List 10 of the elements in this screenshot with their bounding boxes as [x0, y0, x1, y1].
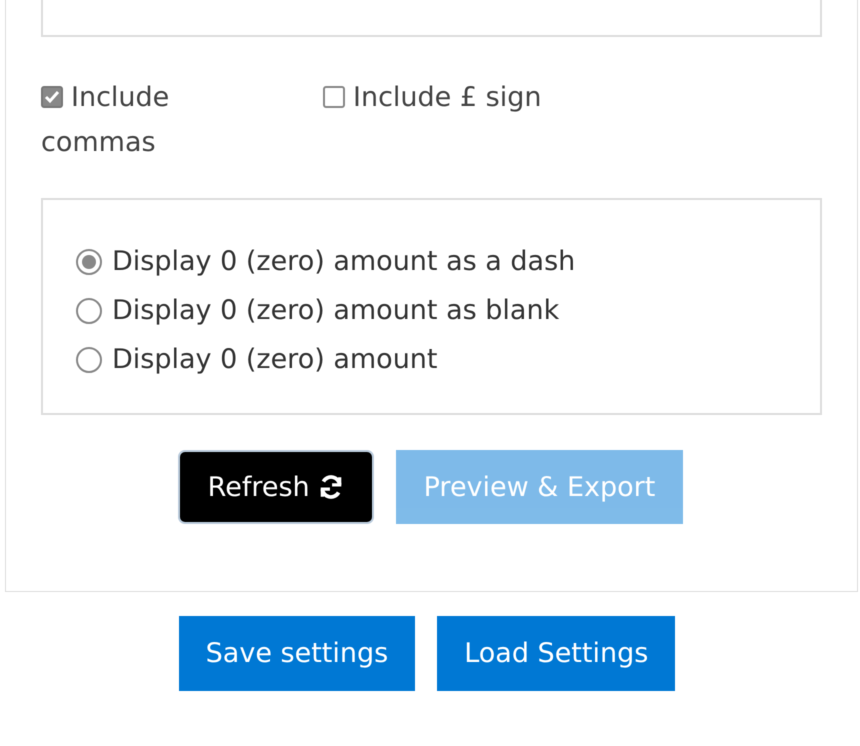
checkbox-option[interactable]: Include commas: [41, 75, 201, 165]
checkbox-option[interactable]: Include £ sign: [323, 75, 623, 165]
radio-option[interactable]: Display 0 (zero) amount as blank: [76, 289, 787, 333]
save-settings-button[interactable]: Save settings: [178, 616, 416, 691]
radio-option[interactable]: Display 0 (zero) amount as a dash: [76, 240, 787, 284]
checkmark-icon: [43, 88, 61, 106]
refresh-icon: [318, 474, 344, 500]
refresh-button[interactable]: Refresh: [180, 452, 372, 522]
radio-option[interactable]: Display 0 (zero) amount: [76, 338, 787, 382]
load-settings-button[interactable]: Load Settings: [437, 616, 676, 691]
